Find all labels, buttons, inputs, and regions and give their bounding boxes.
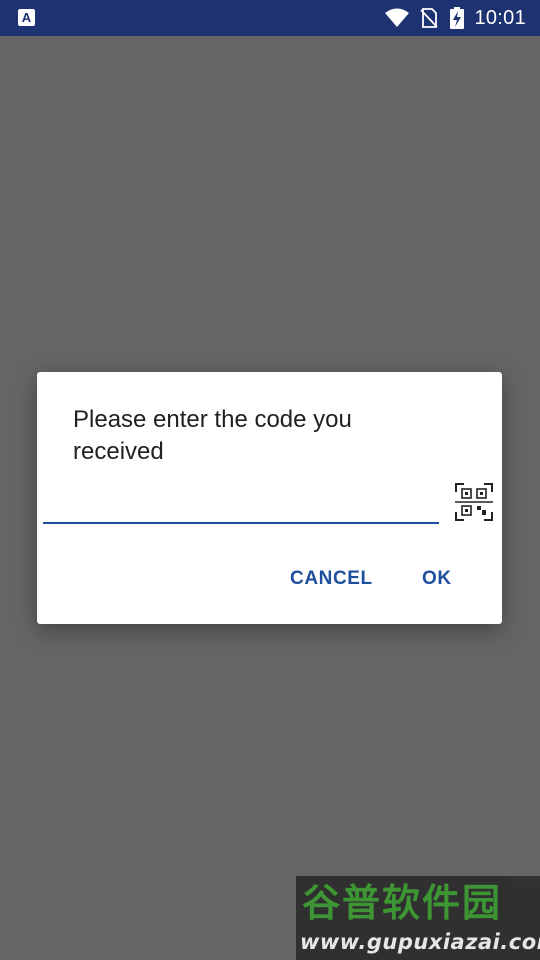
watermark-logo-text: 谷普软件园 xyxy=(302,881,503,925)
no-sim-icon xyxy=(420,8,439,28)
wifi-icon xyxy=(385,8,410,27)
cancel-button[interactable]: CANCEL xyxy=(290,568,373,590)
status-bar: A 10:01 xyxy=(0,0,540,36)
clock: 10:01 xyxy=(474,6,526,29)
ok-button[interactable]: OK xyxy=(422,568,452,590)
dialog-title: Please enter the code you received xyxy=(73,406,352,465)
code-entry-dialog: Please enter the code you received CANCE… xyxy=(37,372,502,624)
code-input[interactable] xyxy=(43,484,439,524)
qr-code-scan-icon[interactable] xyxy=(455,483,493,521)
status-icons: 10:01 xyxy=(384,0,526,36)
battery-charging-icon xyxy=(450,7,465,29)
site-watermark: 谷普软件园 www.gupuxiazai.com xyxy=(296,876,540,960)
text-app-icon: A xyxy=(18,9,35,26)
watermark-url: www.gupuxiazai.com xyxy=(300,930,540,954)
